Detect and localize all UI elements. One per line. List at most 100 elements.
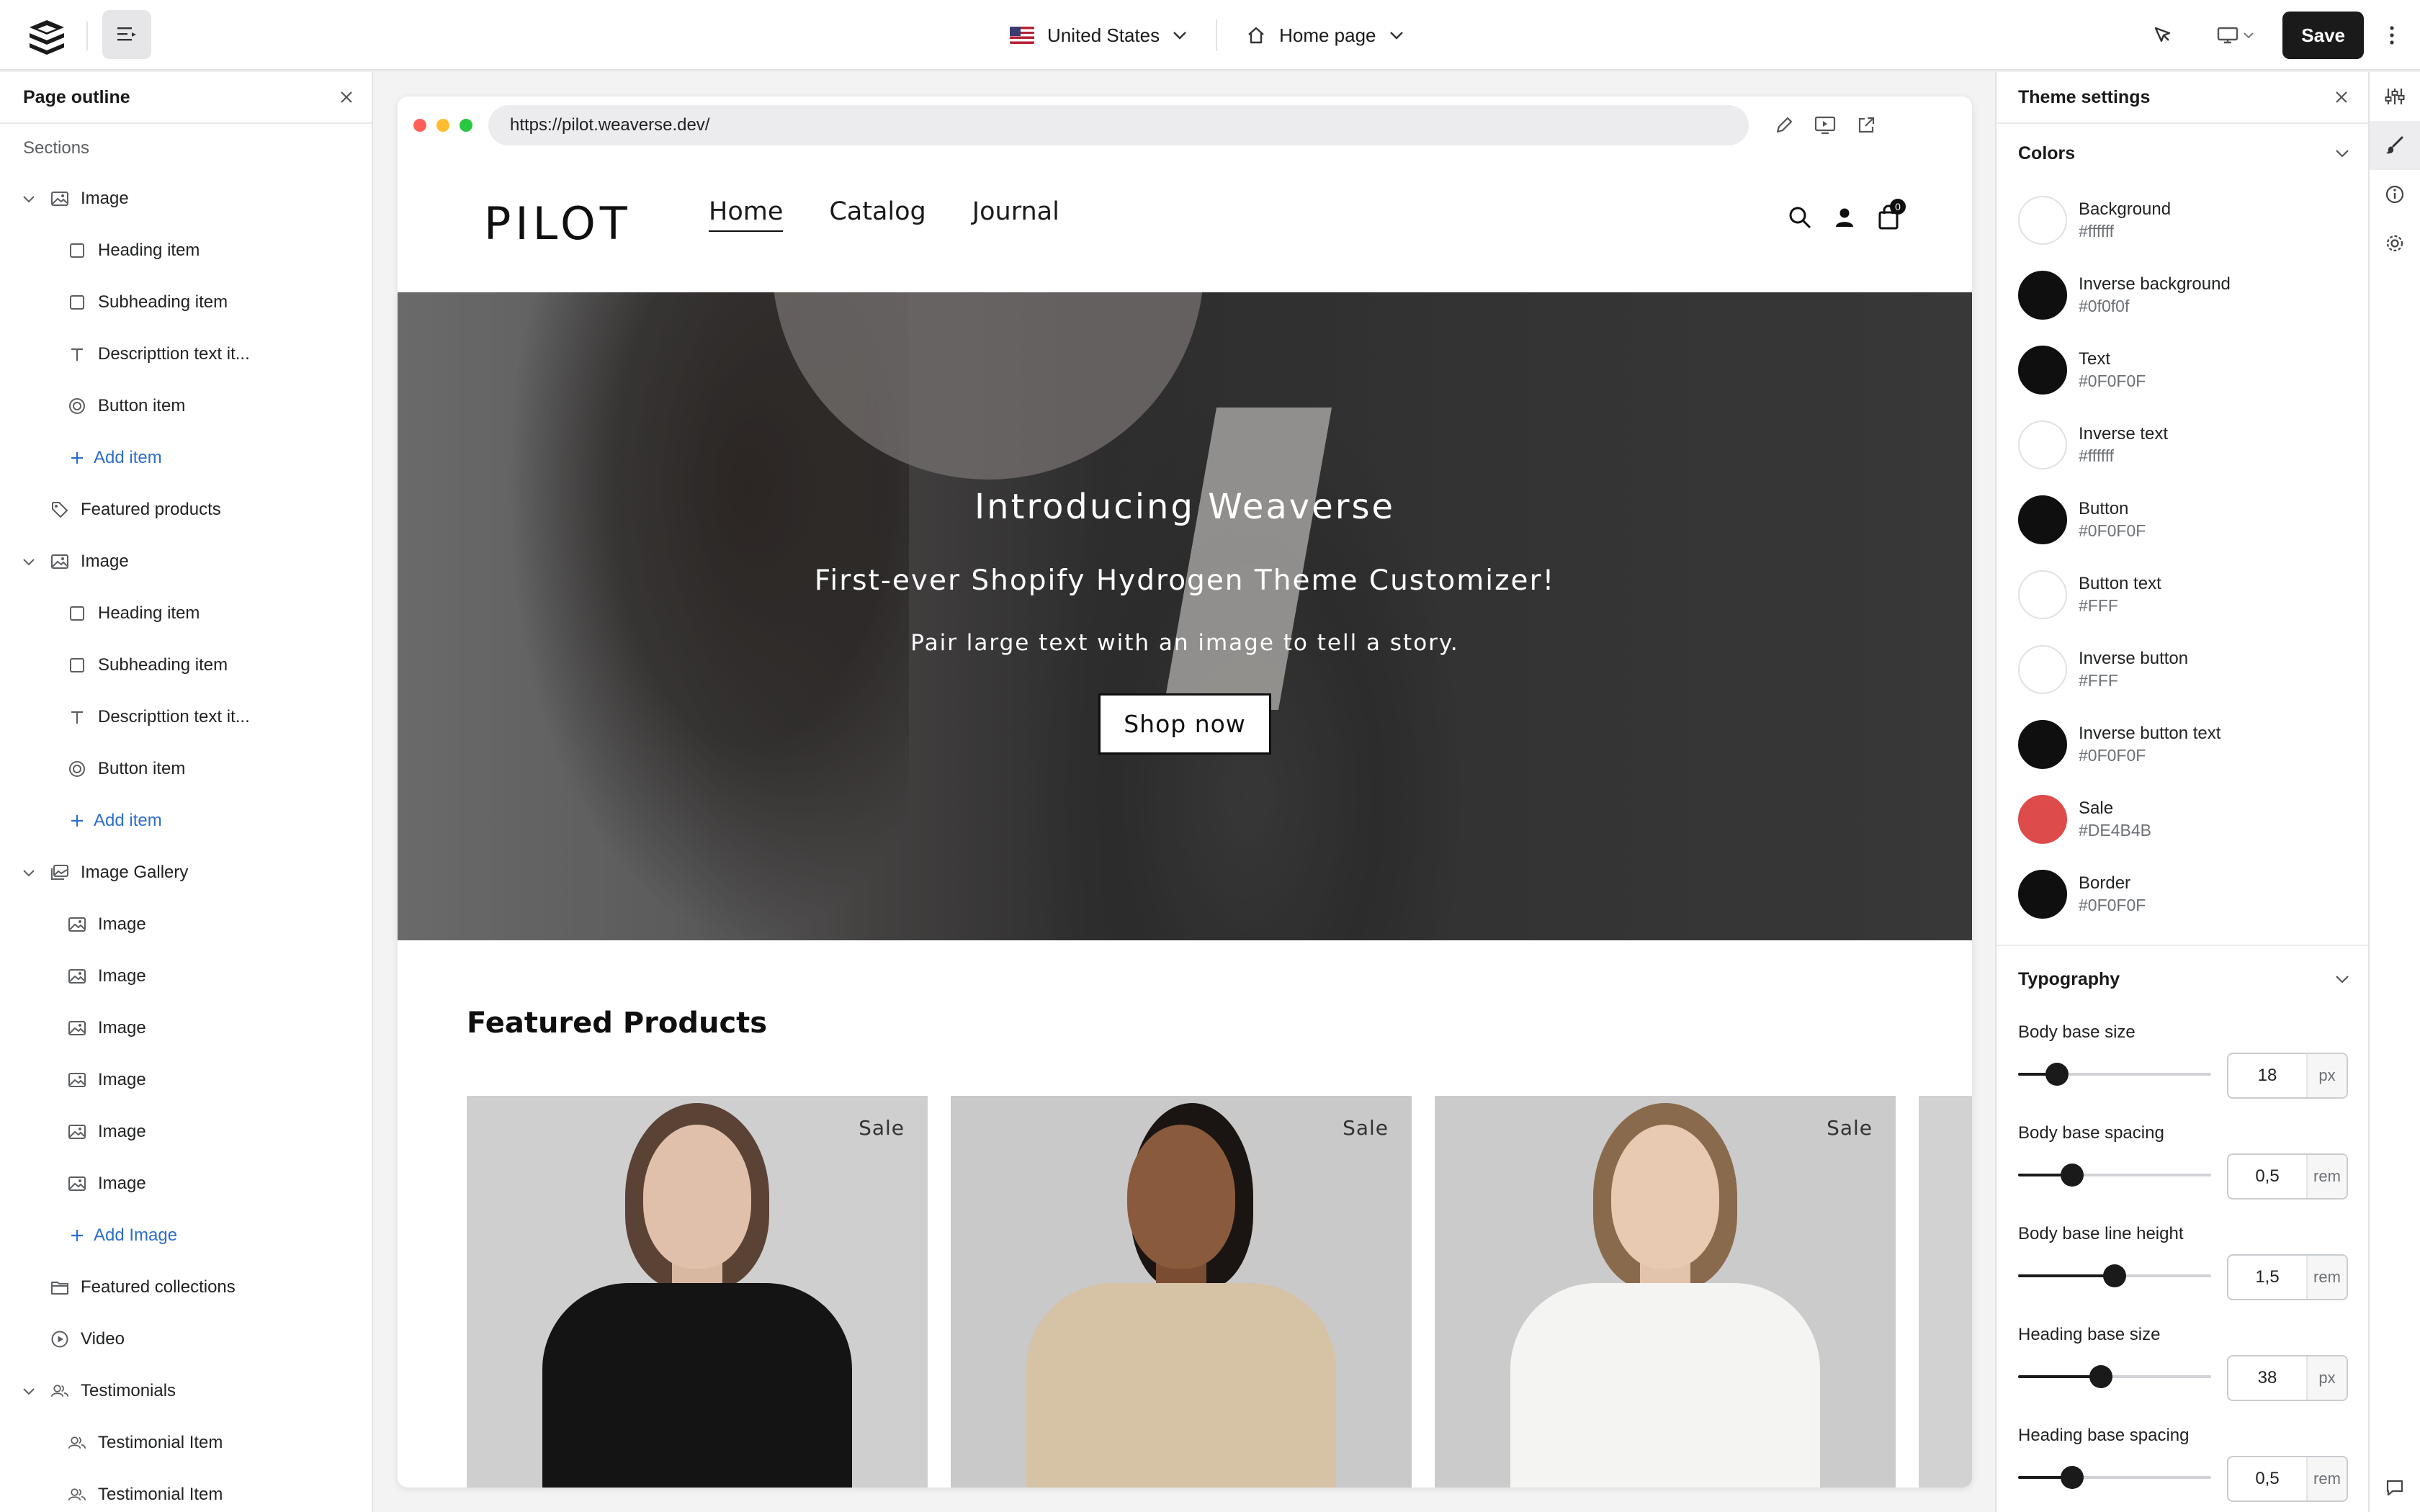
chevron-down-icon[interactable]	[22, 865, 36, 880]
setting-slider[interactable]	[2018, 1264, 2211, 1287]
url-bar[interactable]: https://pilot.weaverse.dev/	[488, 105, 1749, 145]
block-heading-item[interactable]: Heading item	[0, 225, 372, 276]
block-testimonial-item[interactable]: Testimonial Item	[0, 1469, 372, 1512]
product-card[interactable]: Sale	[1435, 1096, 1896, 1488]
color-swatch[interactable]	[2018, 570, 2067, 619]
block-image[interactable]: Image	[0, 1158, 372, 1210]
product-card[interactable]: Sale	[951, 1096, 1412, 1488]
block-subheading-item[interactable]: Subheading item	[0, 639, 372, 691]
setting-slider[interactable]	[2018, 1063, 2211, 1086]
save-button[interactable]: Save	[2282, 12, 2364, 59]
setting-number-input[interactable]: 38 px	[2227, 1355, 2348, 1401]
page-selector[interactable]: Home page	[1237, 16, 1412, 55]
setting-slider[interactable]	[2018, 1365, 2211, 1388]
color-setting-inverse-button[interactable]: Inverse button #FFF	[1996, 632, 2368, 707]
color-setting-border[interactable]: Border #0F0F0F	[1996, 857, 2368, 932]
color-swatch[interactable]	[2018, 420, 2067, 469]
site-logo[interactable]: PILOT	[484, 197, 632, 250]
slider-handle[interactable]	[2089, 1365, 2113, 1388]
input-value[interactable]: 0,5	[2228, 1155, 2306, 1198]
section-image[interactable]: Image	[0, 536, 372, 588]
color-setting-sale[interactable]: Sale #DE4B4B	[1996, 782, 2368, 857]
block-image[interactable]: Image	[0, 1106, 372, 1158]
slider-handle[interactable]	[2045, 1063, 2069, 1086]
more-options-button[interactable]	[2383, 14, 2401, 57]
settings-sliders-tab[interactable]	[2370, 72, 2420, 121]
color-setting-inverse-button-text[interactable]: Inverse button text #0F0F0F	[1996, 707, 2368, 782]
nav-journal[interactable]: Journal	[972, 197, 1059, 232]
shop-now-button[interactable]: Shop now	[1098, 693, 1271, 755]
edit-icon[interactable]	[1773, 114, 1795, 136]
color-setting-inverse-background[interactable]: Inverse background #0f0f0f	[1996, 258, 2368, 333]
color-setting-button-text[interactable]: Button text #FFF	[1996, 557, 2368, 632]
color-swatch[interactable]	[2018, 271, 2067, 320]
block-subheading-item[interactable]: Subheading item	[0, 276, 372, 328]
color-setting-background[interactable]: Background #ffffff	[1996, 183, 2368, 258]
section-image-gallery[interactable]: Image Gallery	[0, 847, 372, 899]
settings-tab[interactable]	[2370, 219, 2420, 268]
section-image[interactable]: Image	[0, 173, 372, 225]
block-button-item[interactable]: Button item	[0, 743, 372, 795]
input-value[interactable]: 0,5	[2228, 1457, 2306, 1500]
slider-handle[interactable]	[2061, 1164, 2084, 1187]
block-image[interactable]: Image	[0, 1002, 372, 1054]
outline-toggle-button[interactable]	[102, 10, 151, 59]
account-icon[interactable]	[1834, 205, 1855, 230]
color-swatch[interactable]	[2018, 795, 2067, 844]
typography-group-header[interactable]: Typography	[1996, 946, 2368, 1012]
block-image[interactable]: Image	[0, 899, 372, 950]
block-testimonial-item[interactable]: Testimonial Item	[0, 1417, 372, 1469]
product-card-partial[interactable]	[1919, 1096, 1972, 1488]
block-image[interactable]: Image	[0, 1054, 372, 1106]
block-descripttion-text-it[interactable]: Descripttion text it...	[0, 691, 372, 743]
block-button-item[interactable]: Button item	[0, 380, 372, 432]
setting-number-input[interactable]: 0,5 rem	[2227, 1153, 2348, 1200]
color-setting-inverse-text[interactable]: Inverse text #ffffff	[1996, 408, 2368, 482]
nav-home[interactable]: Home	[709, 197, 784, 232]
section-featured-products[interactable]: Featured products	[0, 484, 372, 536]
block-descripttion-text-it[interactable]: Descripttion text it...	[0, 328, 372, 380]
color-swatch[interactable]	[2018, 346, 2067, 395]
section-testimonials[interactable]: Testimonials	[0, 1365, 372, 1417]
search-icon[interactable]	[1788, 205, 1812, 230]
external-link-icon[interactable]	[1855, 114, 1877, 136]
close-icon[interactable]	[339, 89, 354, 105]
color-swatch[interactable]	[2018, 645, 2067, 694]
block-image[interactable]: Image	[0, 950, 372, 1002]
close-icon[interactable]	[2334, 89, 2349, 105]
setting-slider[interactable]	[2018, 1164, 2211, 1187]
chevron-down-icon[interactable]	[22, 1384, 36, 1398]
weaverse-logo[interactable]	[27, 19, 66, 55]
add-item-button[interactable]: Add item	[0, 432, 372, 484]
preview-icon[interactable]	[1814, 114, 1837, 136]
block-heading-item[interactable]: Heading item	[0, 588, 372, 639]
add-image-button[interactable]: Add Image	[0, 1210, 372, 1261]
inspect-button[interactable]	[2141, 14, 2184, 57]
country-selector[interactable]: United States	[1001, 16, 1196, 55]
input-value[interactable]: 18	[2228, 1054, 2306, 1097]
color-setting-text[interactable]: Text #0F0F0F	[1996, 333, 2368, 408]
setting-number-input[interactable]: 0,5 rem	[2227, 1456, 2348, 1502]
chevron-down-icon[interactable]	[22, 554, 36, 569]
section-featured-collections[interactable]: Featured collections	[0, 1261, 372, 1313]
color-swatch[interactable]	[2018, 196, 2067, 245]
input-value[interactable]: 38	[2228, 1356, 2306, 1400]
theme-brush-tab[interactable]	[2370, 121, 2420, 170]
chevron-down-icon[interactable]	[22, 192, 36, 206]
slider-handle[interactable]	[2103, 1264, 2126, 1287]
slider-handle[interactable]	[2061, 1466, 2084, 1489]
nav-catalog[interactable]: Catalog	[829, 197, 926, 232]
add-item-button[interactable]: Add item	[0, 795, 372, 847]
device-selector[interactable]	[2210, 14, 2261, 57]
setting-slider[interactable]	[2018, 1466, 2211, 1489]
feedback-button[interactable]	[2370, 1463, 2420, 1512]
color-swatch[interactable]	[2018, 720, 2067, 769]
cart-button[interactable]: 0	[1877, 199, 1906, 230]
product-card[interactable]: Sale	[467, 1096, 928, 1488]
setting-number-input[interactable]: 18 px	[2227, 1053, 2348, 1099]
input-value[interactable]: 1,5	[2228, 1256, 2306, 1299]
section-video[interactable]: Video	[0, 1313, 372, 1365]
colors-group-header[interactable]: Colors	[1996, 124, 2368, 183]
info-tab[interactable]	[2370, 170, 2420, 219]
color-swatch[interactable]	[2018, 495, 2067, 544]
